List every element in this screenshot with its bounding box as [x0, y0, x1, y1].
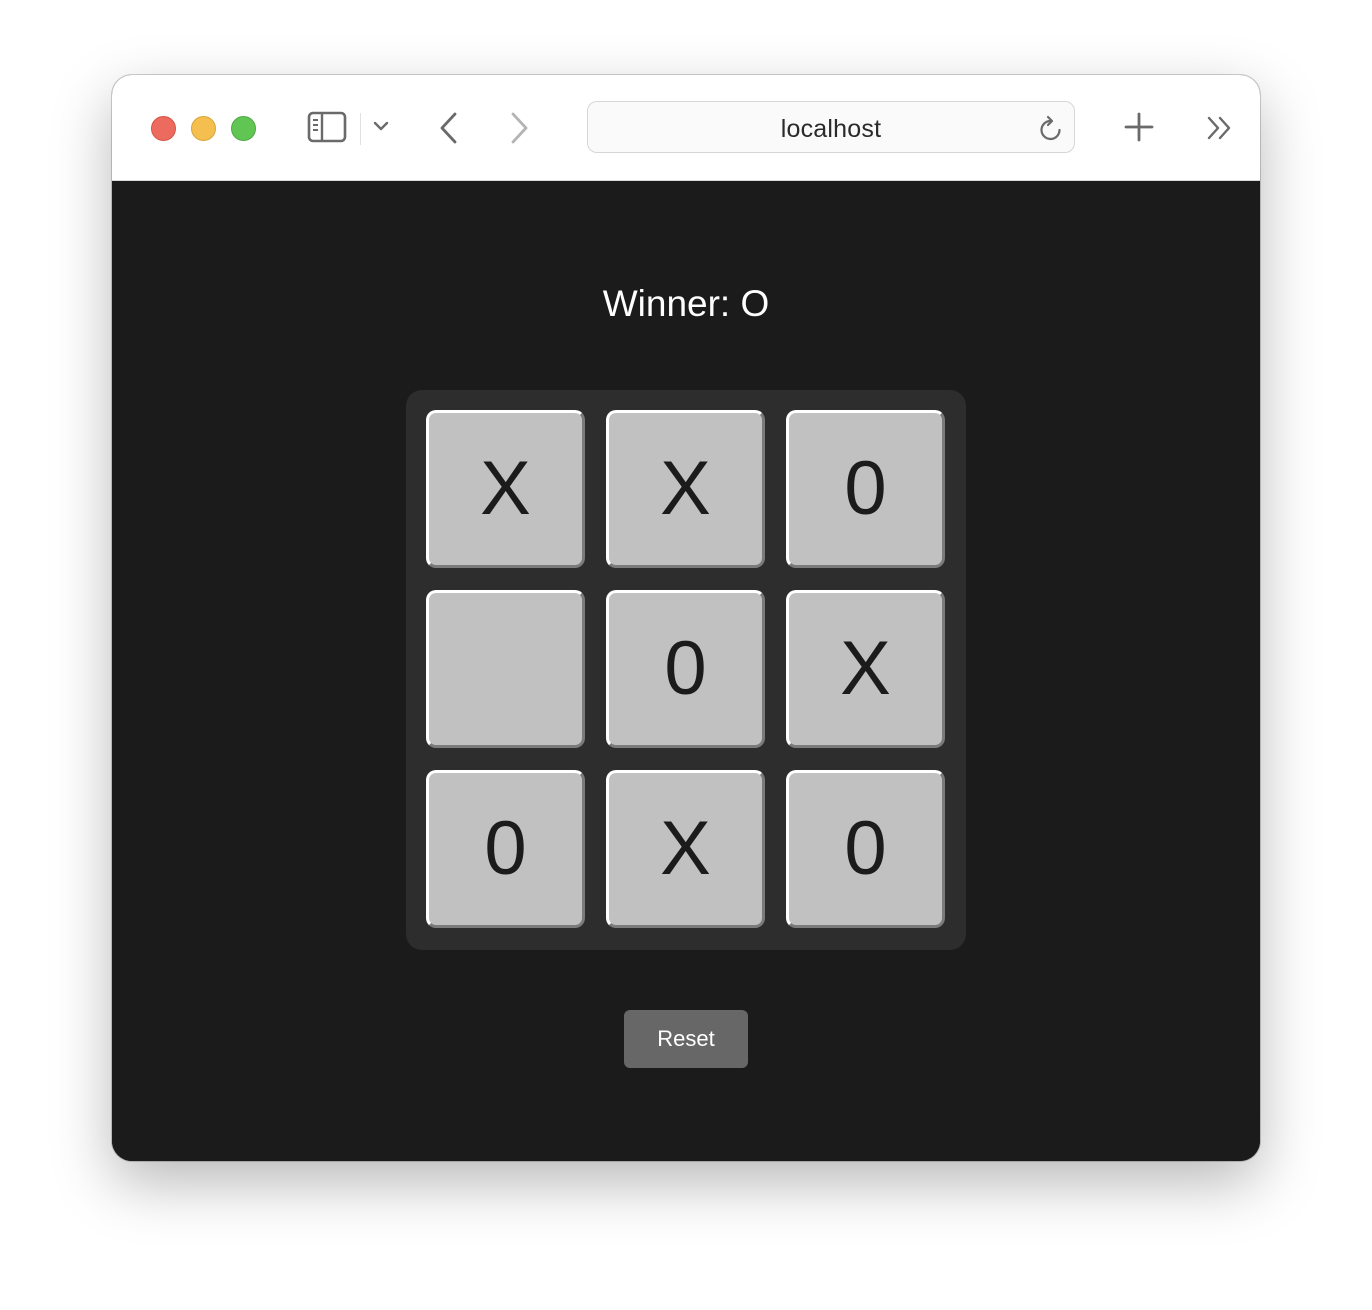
board-cell[interactable]: X	[606, 770, 765, 928]
reset-button[interactable]: Reset	[624, 1010, 748, 1068]
board-cell[interactable]: 0	[786, 410, 945, 568]
chevron-down-icon[interactable]	[372, 119, 390, 133]
plus-icon[interactable]	[1123, 111, 1155, 143]
page-content: Winner: O X X 0 0 X 0 X 0 Reset	[112, 181, 1260, 1161]
maximize-window-button[interactable]	[231, 116, 256, 141]
address-bar[interactable]: localhost	[587, 101, 1075, 153]
board-cell[interactable]: X	[786, 590, 945, 748]
back-arrow-icon[interactable]	[436, 111, 462, 145]
sidebar-icon[interactable]	[307, 111, 347, 143]
board-cell[interactable]: X	[606, 410, 765, 568]
board-cell[interactable]	[426, 590, 585, 748]
browser-window: localhost Winner: O X X 0 0 X 0 X 0 Rese…	[112, 75, 1260, 1161]
browser-toolbar: localhost	[112, 75, 1260, 181]
game-board: X X 0 0 X 0 X 0	[406, 390, 966, 950]
board-cell[interactable]: X	[426, 410, 585, 568]
toolbar-divider	[360, 113, 361, 145]
board-cell[interactable]: 0	[426, 770, 585, 928]
forward-arrow-icon[interactable]	[506, 111, 532, 145]
minimize-window-button[interactable]	[191, 116, 216, 141]
more-chevrons-icon[interactable]	[1205, 115, 1235, 141]
board-cell[interactable]: 0	[786, 770, 945, 928]
game-status: Winner: O	[602, 283, 770, 324]
close-window-button[interactable]	[151, 116, 176, 141]
board-cell[interactable]: 0	[606, 590, 765, 748]
reload-icon[interactable]	[1038, 115, 1064, 143]
address-text: localhost	[780, 115, 882, 143]
